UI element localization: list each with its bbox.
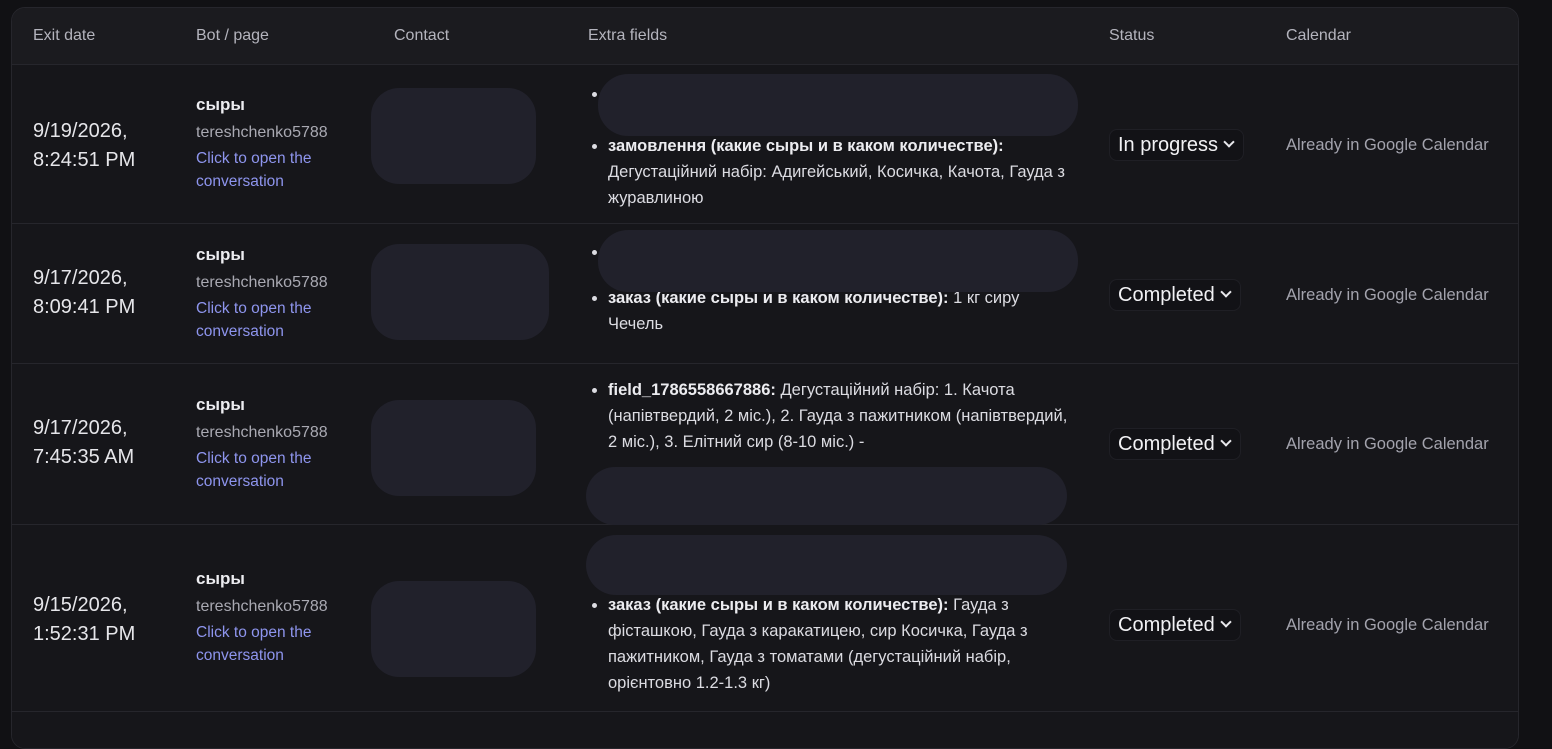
- field-redacted: [586, 467, 1067, 525]
- status-value: Completed: [1118, 284, 1215, 306]
- bot-name: сыры: [196, 95, 245, 114]
- extra-fields-cell: заказ (какие сыры и в каком количестве):…: [590, 592, 1070, 702]
- exit-date-day: 9/15/2026,: [33, 594, 128, 616]
- status-dropdown[interactable]: Completed: [1109, 609, 1241, 641]
- exit-date-day: 9/17/2026,: [33, 417, 128, 439]
- chevron-down-icon: [1220, 286, 1232, 298]
- table-row[interactable]: [12, 712, 1518, 748]
- contact-redacted: [371, 400, 536, 496]
- table-header: Exit date Bot / page Contact Extra field…: [12, 8, 1518, 65]
- open-conversation-link[interactable]: Click to open the conversation: [196, 447, 346, 493]
- column-header-exit-date[interactable]: Exit date: [33, 26, 95, 46]
- field-redacted: [598, 74, 1078, 136]
- conversations-table: Exit date Bot / page Contact Extra field…: [11, 7, 1519, 749]
- table-row[interactable]: 9/17/2026, 7:45:35 AM сыры tereshchenko5…: [12, 364, 1518, 525]
- column-header-extra-fields[interactable]: Extra fields: [588, 26, 667, 46]
- table-row[interactable]: 9/15/2026, 1:52:31 PM сыры tereshchenko5…: [12, 525, 1518, 712]
- contact-redacted: [371, 581, 536, 677]
- list-item: field_1786558667886: Дегустаційний набір…: [608, 377, 1070, 455]
- status-value: Completed: [1118, 614, 1215, 636]
- bot-username: tereshchenko5788: [196, 274, 328, 291]
- extra-fields-list: field_1786558667886: Дегустаційний набір…: [590, 377, 1070, 455]
- bot-name: сыры: [196, 245, 245, 264]
- exit-date-time: 1:52:31 PM: [33, 623, 136, 645]
- bot-page-cell: сыры tereshchenko5788 Click to open the …: [196, 244, 366, 343]
- contact-redacted: [371, 244, 549, 340]
- extra-fields-list: заказ (какие сыры и в каком количестве):…: [590, 592, 1070, 696]
- bot-name: сыры: [196, 395, 245, 414]
- open-conversation-link[interactable]: Click to open the conversation: [196, 297, 346, 343]
- calendar-status: Already in Google Calendar: [1286, 286, 1489, 304]
- bot-username: tereshchenko5788: [196, 424, 328, 441]
- open-conversation-link[interactable]: Click to open the conversation: [196, 147, 346, 193]
- exit-date: 9/17/2026, 8:09:41 PM: [33, 264, 173, 322]
- exit-date-time: 8:09:41 PM: [33, 296, 136, 318]
- open-conversation-link[interactable]: Click to open the conversation: [196, 621, 346, 667]
- bot-page-cell: сыры tereshchenko5788 Click to open the …: [196, 94, 366, 193]
- status-dropdown[interactable]: Completed: [1109, 279, 1241, 311]
- field-redacted: [598, 230, 1078, 292]
- field-value: Дегустаційний набір: Адигейський, Косичк…: [608, 163, 1065, 207]
- chevron-down-icon: [1220, 435, 1232, 447]
- bot-page-cell: сыры tereshchenko5788 Click to open the …: [196, 568, 366, 667]
- status-dropdown[interactable]: Completed: [1109, 428, 1241, 460]
- chevron-down-icon: [1220, 616, 1232, 628]
- status-value: Completed: [1118, 433, 1215, 455]
- column-header-bot-page[interactable]: Bot / page: [196, 26, 269, 46]
- extra-fields-cell: field_1786558667886: Дегустаційний набір…: [590, 377, 1070, 469]
- calendar-status: Already in Google Calendar: [1286, 136, 1489, 154]
- bot-username: tereshchenko5788: [196, 598, 328, 615]
- exit-date: 9/17/2026, 7:45:35 AM: [33, 414, 173, 472]
- exit-date-time: 8:24:51 PM: [33, 149, 136, 171]
- list-item: замовлення (какие сыры и в каком количес…: [608, 133, 1070, 211]
- contact-redacted: [371, 88, 536, 184]
- status-dropdown[interactable]: In progress: [1109, 129, 1245, 161]
- exit-date-day: 9/19/2026,: [33, 120, 128, 142]
- bot-name: сыры: [196, 569, 245, 588]
- field-key: field_1786558667886:: [608, 381, 776, 399]
- list-item: заказ (какие сыры и в каком количестве):…: [608, 592, 1070, 696]
- column-header-status[interactable]: Status: [1109, 26, 1154, 46]
- exit-date-time: 7:45:35 AM: [33, 446, 135, 468]
- exit-date: 9/19/2026, 8:24:51 PM: [33, 117, 173, 175]
- table-row[interactable]: 9/17/2026, 8:09:41 PM сыры tereshchenko5…: [12, 224, 1518, 364]
- exit-date-day: 9/17/2026,: [33, 267, 128, 289]
- bot-page-cell: сыры tereshchenko5788 Click to open the …: [196, 394, 366, 493]
- calendar-status: Already in Google Calendar: [1286, 616, 1489, 634]
- table-row[interactable]: 9/19/2026, 8:24:51 PM сыры tereshchenko5…: [12, 65, 1518, 224]
- bot-username: tereshchenko5788: [196, 124, 328, 141]
- exit-date: 9/15/2026, 1:52:31 PM: [33, 591, 173, 649]
- field-key: заказ (какие сыры и в каком количестве):: [608, 596, 949, 614]
- status-value: In progress: [1118, 134, 1219, 156]
- field-redacted: [586, 535, 1067, 595]
- column-header-calendar[interactable]: Calendar: [1286, 26, 1351, 46]
- column-header-contact[interactable]: Contact: [394, 26, 449, 46]
- field-key: замовлення (какие сыры и в каком количес…: [608, 137, 1004, 155]
- chevron-down-icon: [1223, 136, 1235, 148]
- list-item: заказ (какие сыры и в каком количестве):…: [608, 285, 1070, 337]
- calendar-status: Already in Google Calendar: [1286, 435, 1489, 453]
